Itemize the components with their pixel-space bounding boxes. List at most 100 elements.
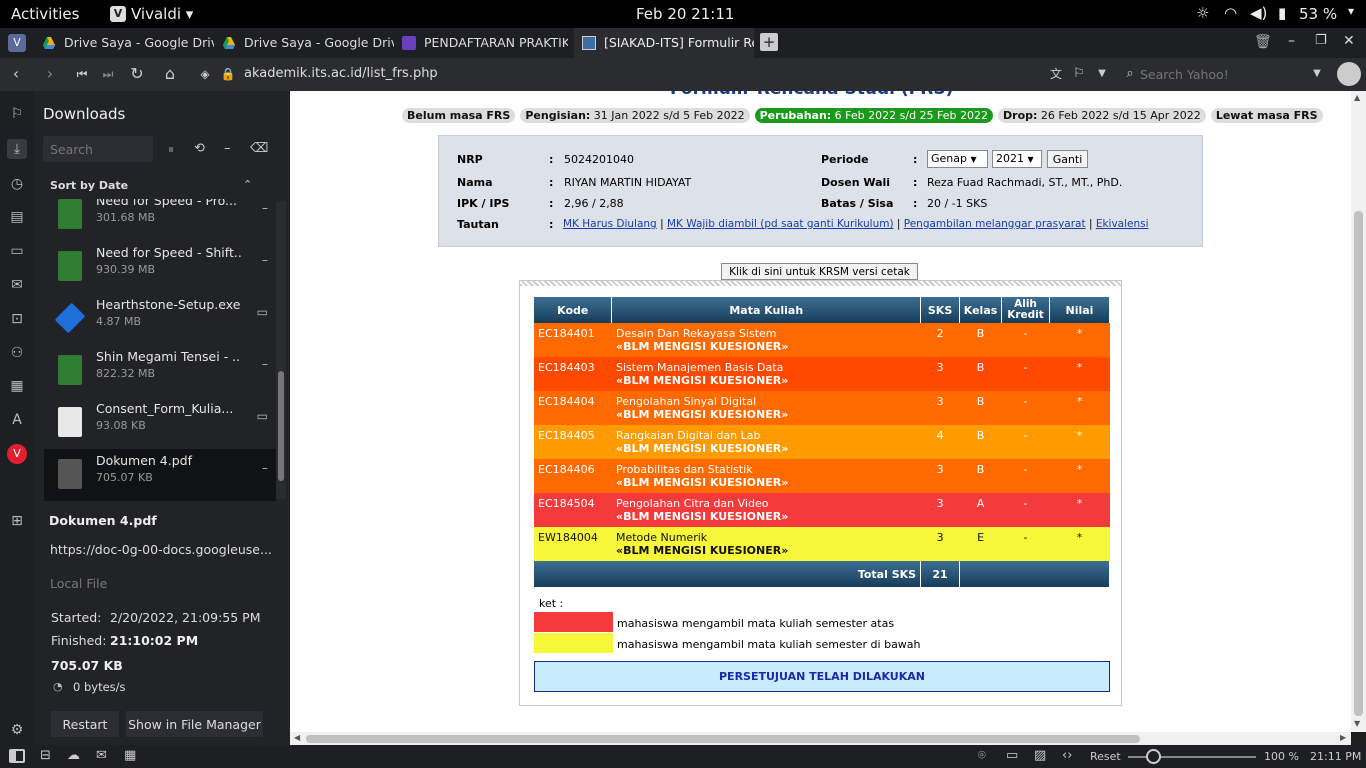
cell-kelas: B [960,391,1002,425]
settings-gear-icon[interactable]: ⚙ [7,720,27,740]
translate-panel-icon[interactable]: A [7,410,27,430]
translate-icon[interactable]: 文 [1046,64,1066,84]
link-mk-harus-diulang[interactable]: MK Harus Diulang [563,218,657,230]
remove-item-icon[interactable]: – [262,253,268,267]
ganti-button[interactable]: Ganti [1047,150,1088,168]
back-icon[interactable]: ‹ [6,64,26,84]
maximize-button[interactable]: ❐ [1315,33,1327,48]
downloads-scrollbar[interactable] [276,201,286,499]
link-ekivalensi[interactable]: Ekivalensi [1096,218,1149,230]
scroll-down-icon[interactable]: ▼ [1354,719,1360,728]
panel-toggle-icon[interactable] [9,749,25,763]
window-panel-icon[interactable]: ▭ [7,241,27,261]
download-item[interactable]: Shin Megami Tensei - ... 822.32 MB – [44,345,276,397]
notes-panel-icon[interactable]: ▤ [7,207,27,227]
scroll-up-icon[interactable]: ▲ [1354,93,1360,102]
url-text[interactable]: akademik.its.ac.id/list_frs.php [244,66,438,81]
bookmark-dropdown-icon[interactable]: ▼ [1092,64,1112,84]
lock-icon[interactable]: 🔒 [218,64,238,84]
link-melanggar-prasyarat[interactable]: Pengambilan melanggar prasyarat [904,218,1086,230]
add-panel-icon[interactable]: ⊞ [7,511,27,531]
horizontal-scroll-thumb[interactable] [306,735,1140,743]
folder-icon[interactable]: ▭ [257,305,268,319]
bookmark-icon[interactable]: ⚐ [1069,64,1089,84]
detail-url[interactable]: https://doc-0g-00-docs.googleuse... [50,542,280,557]
image-icon[interactable]: ▨ [1034,748,1046,763]
tab-drive-2[interactable]: Drive Saya - Google Drive [214,28,394,58]
link-mk-wajib[interactable]: MK Wajib diambil (pd saat ganti Kurikulu… [667,218,894,230]
app-menu[interactable]: Vivaldi ▾ [131,5,193,23]
print-krsm-button[interactable]: Klik di sini untuk KRSM versi cetak [721,263,918,280]
downloads-search-box[interactable] [43,136,153,162]
capture-icon[interactable]: ⌾ [978,748,986,763]
remove-item-icon[interactable]: – [262,201,268,215]
forward-icon[interactable]: › [40,64,60,84]
clock[interactable]: Feb 20 21:11 [636,5,734,23]
bookmarks-panel-icon[interactable]: ⚐ [7,104,27,124]
contacts-panel-icon[interactable]: ⚇ [7,343,27,363]
vivaldi-menu-icon[interactable]: V [8,34,26,52]
history-panel-icon[interactable]: ◷ [7,174,27,194]
home-icon[interactable]: ⌂ [160,64,180,84]
semester-select[interactable]: Genap ▼ [927,150,988,168]
restart-button[interactable]: Restart [51,711,119,737]
page-vertical-scrollbar[interactable]: ▲ ▼ [1351,91,1366,732]
pause-icon[interactable]: ⏸ [168,142,174,157]
vertical-scroll-thumb[interactable] [1354,211,1363,716]
download-item[interactable]: Need for Speed - Pro... 301.68 MB – [44,199,276,241]
clear-icon[interactable]: ⌫ [250,141,268,156]
page-horizontal-scrollbar[interactable]: ◀ ▶ [290,732,1351,745]
code-icon[interactable]: ‹› [1062,748,1072,763]
search-engine-dropdown-icon[interactable]: ▼ [1307,64,1327,84]
trash-icon[interactable]: 🗑 [1254,34,1272,50]
download-item-selected[interactable]: Dokumen 4.pdf 705.07 KB – [44,449,276,501]
downloads-panel-icon[interactable]: ⤓ [7,139,27,159]
folder-icon[interactable]: ▭ [257,409,268,423]
scroll-right-icon[interactable]: ▶ [1340,733,1346,742]
minimize-button[interactable]: – [1288,33,1295,49]
reload-icon[interactable]: ↻ [127,64,147,84]
download-item[interactable]: Consent_Form_Kulia... 93.08 KB ▭ [44,397,276,449]
zoom-reset-button[interactable]: Reset [1090,750,1121,763]
window-icon[interactable]: ▭ [1006,748,1018,763]
new-tab-button[interactable]: + [760,33,778,51]
nama-label: Nama [457,176,493,189]
downloads-search-input[interactable] [43,136,153,162]
mail-status-icon[interactable]: ✉ [96,748,107,763]
activities-button[interactable]: Activities [11,5,79,23]
tab-pendaftaran[interactable]: PENDAFTARAN PRAKTIKU [394,28,568,58]
battery-level[interactable]: 53 % [1299,5,1337,23]
calendar-status-icon[interactable]: ▦ [124,748,136,763]
tab-drive-1[interactable]: Drive Saya - Google Drive [34,28,214,58]
show-in-file-manager-button[interactable]: Show in File Manager [126,711,263,737]
profile-avatar[interactable] [1337,62,1361,86]
scroll-left-icon[interactable]: ◀ [294,733,300,742]
mail-panel-icon[interactable]: ✉ [7,275,27,295]
shield-icon[interactable]: ◈ [195,64,215,84]
fast-forward-icon[interactable]: ⏭ [98,64,118,84]
cell-alih-kredit: - [1002,425,1050,459]
restore-icon[interactable]: ⟲ [194,141,205,156]
rewind-icon[interactable]: ⏮ [72,64,92,84]
download-size: 822.32 MB [96,367,156,380]
year-select[interactable]: 2021 ▼ [992,150,1042,168]
remove-item-icon[interactable]: – [262,357,268,371]
calendar-panel-icon[interactable]: ▦ [7,376,27,396]
vivaldi-panel-icon[interactable]: V [7,444,27,464]
close-window-button[interactable]: ✕ [1343,33,1355,49]
feeds-panel-icon[interactable]: ⊡ [7,309,27,329]
remove-icon[interactable]: – [224,141,231,156]
sort-label[interactable]: Sort by Date [50,179,128,192]
tab-tiling-icon[interactable]: ⊟ [40,748,51,763]
sort-direction-icon[interactable]: ⌃ [243,178,252,191]
tab-siakad[interactable]: [SIAKAD-ITS] Formulir Rer [574,28,754,58]
col-nilai: Nilai [1049,297,1110,323]
system-menu-icon[interactable]: ▾ [1348,4,1354,18]
remove-item-icon[interactable]: – [262,461,268,475]
search-engine-input[interactable] [1140,64,1310,84]
sync-cloud-icon[interactable]: ☁ [67,748,80,763]
download-item[interactable]: Hearthstone-Setup.exe 4.87 MB ▭ [44,293,276,345]
scrollbar-thumb[interactable] [278,371,284,481]
zoom-slider-thumb[interactable] [1146,749,1161,764]
download-item[interactable]: Need for Speed - Shift... 930.39 MB – [44,241,276,293]
